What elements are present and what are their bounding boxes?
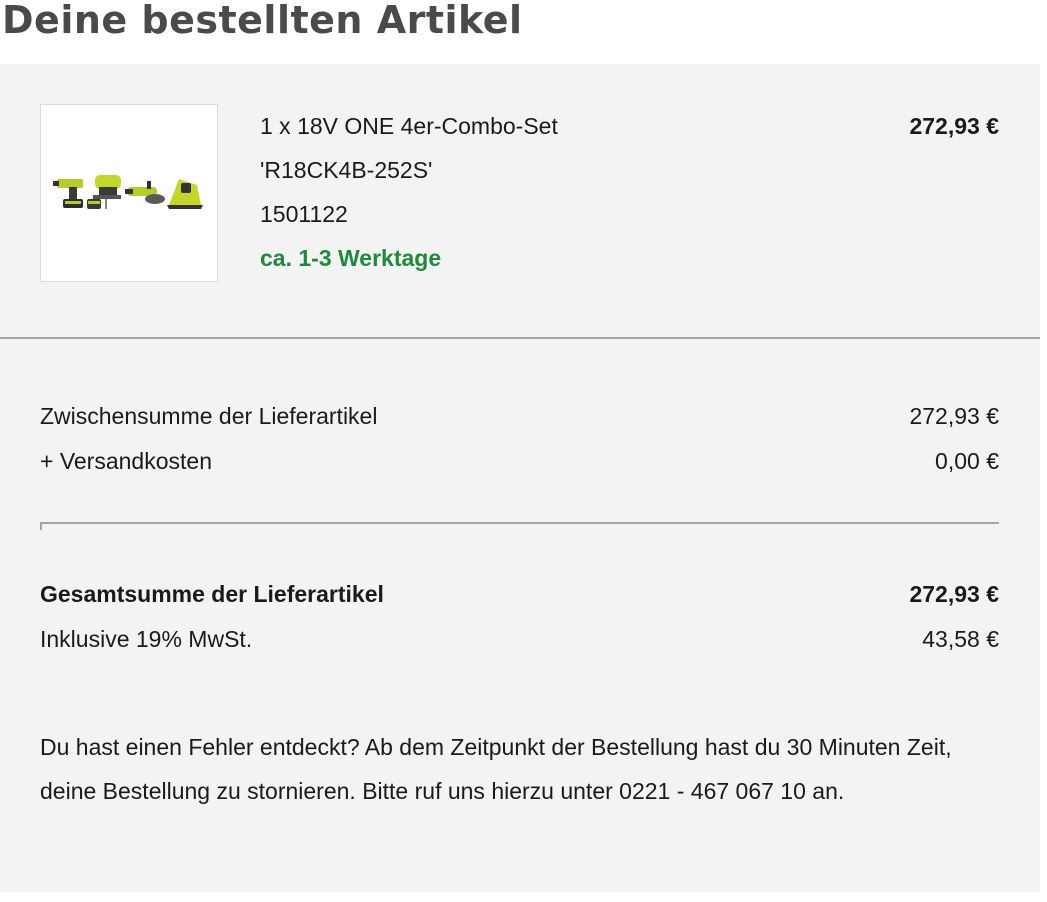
cancellation-info-text: Du hast einen Fehler entdeckt? Ab dem Ze… xyxy=(40,734,952,804)
product-tools-set-image xyxy=(53,175,203,209)
product-name[interactable]: 1 x 18V ONE 4er-Combo-Set xyxy=(260,112,558,140)
delivery-time: ca. 1-3 Werktage xyxy=(260,245,442,271)
product-price: 272,93 € xyxy=(909,113,999,139)
order-items-panel: 1 x 18V ONE 4er-Combo-Set 'R18CK4B-252S'… xyxy=(0,64,1040,892)
vat-label: Inklusive 19% MwSt. xyxy=(40,626,253,652)
subtotal-value: 272,93 € xyxy=(909,403,999,429)
product-code: 'R18CK4B-252S' xyxy=(260,157,433,183)
subtotal-label: Zwischensumme der Lieferartikel xyxy=(40,403,378,429)
shipping-label: + Versandkosten xyxy=(40,448,212,474)
vat-value: 43,58 € xyxy=(922,626,999,652)
shipping-value: 0,00 € xyxy=(935,448,999,474)
product-image[interactable] xyxy=(40,104,218,282)
page-title: Deine bestellten Artikel xyxy=(2,0,523,42)
section-divider xyxy=(0,337,1040,339)
total-label: Gesamtsumme der Lieferartikel xyxy=(40,581,384,607)
product-number: 1501122 xyxy=(260,201,348,227)
total-value: 272,93 € xyxy=(909,581,999,607)
totals-divider xyxy=(40,522,999,530)
